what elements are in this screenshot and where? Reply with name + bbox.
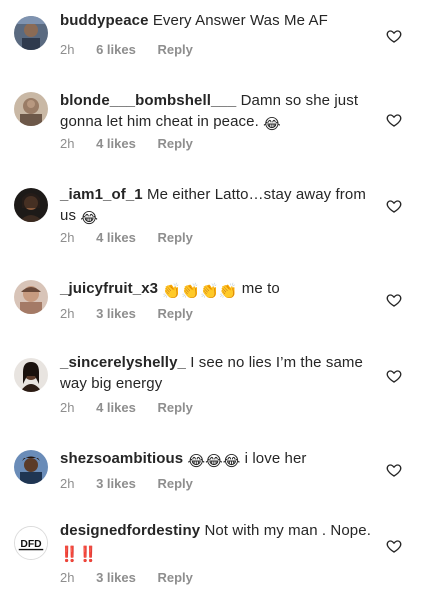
reply-button[interactable]: Reply bbox=[157, 42, 192, 57]
reply-button[interactable]: Reply bbox=[157, 400, 192, 415]
heart-outline-icon[interactable] bbox=[386, 462, 402, 478]
laughing-emoji: 😂 bbox=[80, 210, 98, 227]
comment-meta: 2h 6 likes Reply bbox=[60, 42, 211, 57]
heart-outline-icon[interactable] bbox=[386, 112, 402, 128]
comment-text: _juicyfruit_x3 👏👏👏👏 me to bbox=[60, 278, 372, 302]
comment-text: _iam1_of_1 Me either Latto…stay away fro… bbox=[60, 184, 372, 229]
username[interactable]: shezsoambitious bbox=[60, 450, 183, 467]
comment-item: DFD designedfordestiny Not with my man .… bbox=[0, 514, 426, 608]
timestamp: 2h bbox=[60, 306, 75, 321]
heart-outline-icon[interactable] bbox=[386, 538, 402, 554]
avatar[interactable] bbox=[14, 188, 48, 222]
dfd-logo-text: DFD bbox=[20, 539, 42, 550]
reply-button[interactable]: Reply bbox=[157, 476, 192, 491]
timestamp: 2h bbox=[60, 476, 75, 491]
avatar[interactable] bbox=[14, 16, 48, 50]
comment-text: blonde___bombshell___ Damn so she just g… bbox=[60, 90, 372, 135]
comment-meta: 2h 3 likes Reply bbox=[60, 306, 211, 321]
comment-body: i love her bbox=[244, 450, 307, 467]
comment-item: blonde___bombshell___ Damn so she just g… bbox=[0, 86, 426, 180]
username[interactable]: blonde___bombshell___ bbox=[60, 92, 236, 109]
comment-text: shezsoambitious 😂😂😂 i love her bbox=[60, 448, 372, 472]
comment-meta: 2h 4 likes Reply bbox=[60, 136, 211, 151]
reply-button[interactable]: Reply bbox=[157, 230, 192, 245]
comment-text: designedfordestiny Not with my man . Nop… bbox=[60, 520, 372, 565]
username[interactable]: _juicyfruit_x3 bbox=[60, 280, 158, 297]
comment-meta: 2h 3 likes Reply bbox=[60, 476, 211, 491]
timestamp: 2h bbox=[60, 570, 75, 585]
avatar[interactable] bbox=[14, 92, 48, 126]
likes-count[interactable]: 4 likes bbox=[96, 230, 136, 245]
clapping-hands-emoji: 👏👏👏👏 bbox=[162, 283, 238, 300]
timestamp: 2h bbox=[60, 136, 75, 151]
comment-meta: 2h 4 likes Reply bbox=[60, 400, 211, 415]
likes-count[interactable]: 4 likes bbox=[96, 400, 136, 415]
avatar[interactable] bbox=[14, 358, 48, 392]
likes-count[interactable]: 3 likes bbox=[96, 476, 136, 491]
comment-meta: 2h 4 likes Reply bbox=[60, 230, 211, 245]
username[interactable]: _iam1_of_1 bbox=[60, 186, 143, 203]
comment-item: _sincerelyshelly_ I see no lies I’m the … bbox=[0, 348, 426, 442]
username[interactable]: _sincerelyshelly_ bbox=[60, 354, 186, 371]
likes-count[interactable]: 3 likes bbox=[96, 570, 136, 585]
timestamp: 2h bbox=[60, 230, 75, 245]
comment-body: me to bbox=[241, 280, 280, 297]
reply-button[interactable]: Reply bbox=[157, 306, 192, 321]
likes-count[interactable]: 6 likes bbox=[96, 42, 136, 57]
timestamp: 2h bbox=[60, 400, 75, 415]
heart-outline-icon[interactable] bbox=[386, 292, 402, 308]
heart-outline-icon[interactable] bbox=[386, 28, 402, 44]
comment-item: buddypeace Every Answer Was Me AF 2h 6 l… bbox=[0, 0, 426, 94]
comment-body: Every Answer Was Me AF bbox=[152, 12, 328, 29]
timestamp: 2h bbox=[60, 42, 75, 57]
heart-outline-icon[interactable] bbox=[386, 368, 402, 384]
reply-button[interactable]: Reply bbox=[157, 570, 192, 585]
likes-count[interactable]: 4 likes bbox=[96, 136, 136, 151]
avatar[interactable] bbox=[14, 450, 48, 484]
reply-button[interactable]: Reply bbox=[157, 136, 192, 151]
laughing-emoji: 😂 bbox=[263, 116, 281, 133]
comment-text: _sincerelyshelly_ I see no lies I’m the … bbox=[60, 352, 372, 394]
username[interactable]: buddypeace bbox=[60, 12, 149, 29]
comment-text: buddypeace Every Answer Was Me AF bbox=[60, 10, 372, 31]
comment-meta: 2h 3 likes Reply bbox=[60, 570, 211, 585]
comment-item: _iam1_of_1 Me either Latto…stay away fro… bbox=[0, 180, 426, 274]
avatar[interactable] bbox=[14, 280, 48, 314]
double-exclamation-emoji: ‼️‼️ bbox=[60, 546, 98, 563]
likes-count[interactable]: 3 likes bbox=[96, 306, 136, 321]
avatar[interactable]: DFD bbox=[14, 526, 48, 560]
username[interactable]: designedfordestiny bbox=[60, 522, 200, 539]
comment-body: Not with my man . Nope. bbox=[204, 522, 371, 539]
laughing-emoji: 😂😂😂 bbox=[187, 453, 241, 470]
heart-outline-icon[interactable] bbox=[386, 198, 402, 214]
